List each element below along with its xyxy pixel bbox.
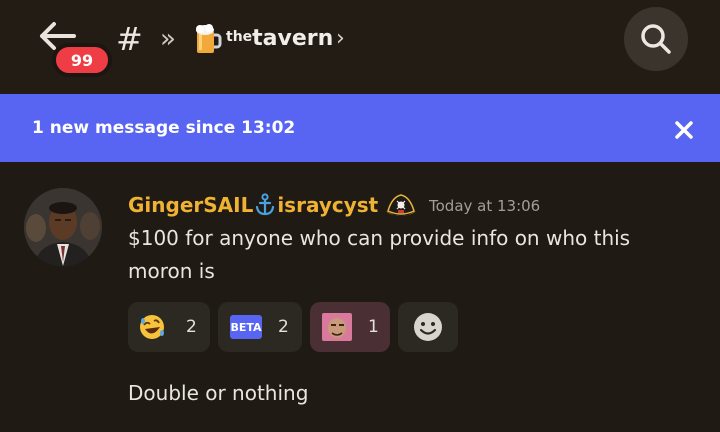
message-text: $100 for anyone who can provide info on …	[128, 226, 631, 283]
reaction-count: 1	[368, 317, 379, 337]
reaction-count: 2	[278, 317, 289, 337]
message-timestamp: Today at 13:06	[429, 197, 541, 215]
rofl-emoji-icon	[140, 315, 164, 339]
channel-name[interactable]: thetavern	[226, 24, 333, 55]
pirate-hat-icon	[384, 191, 418, 219]
search-icon	[641, 24, 671, 54]
avatar[interactable]	[24, 188, 102, 266]
message-header: GingerSAIL israycyst	[128, 190, 418, 220]
message-text-2: Double or nothing	[128, 381, 309, 405]
search-button[interactable]	[624, 7, 688, 71]
username-suffix[interactable]: israycyst	[277, 193, 378, 217]
hash-icon: #	[116, 20, 143, 58]
new-messages-banner[interactable]: 1 new message since 13:02	[0, 94, 720, 162]
unread-badge: 99	[52, 43, 112, 77]
channel-name-main: tavern	[252, 26, 334, 51]
reaction-count: 2	[186, 317, 197, 337]
channel-header: 99 # » thetavern ›	[0, 0, 720, 94]
reaction-beta[interactable]: BETA 2	[218, 302, 302, 352]
username[interactable]: GingerSAIL	[128, 193, 253, 217]
reaction-rofl[interactable]: 2	[128, 302, 210, 352]
custom-face-emoji-icon	[322, 313, 352, 341]
add-reaction-button[interactable]	[398, 302, 458, 352]
beer-icon	[194, 22, 222, 56]
reaction-custom-face[interactable]: 1	[310, 302, 390, 352]
new-messages-text: 1 new message since 13:02	[32, 118, 296, 138]
smile-icon	[414, 313, 442, 341]
channel-name-prefix: the	[226, 29, 253, 45]
anchor-icon	[254, 193, 276, 217]
chevron-right-icon[interactable]: ›	[336, 24, 345, 54]
thread-chevron-icon: »	[160, 24, 176, 54]
banner-close-button[interactable]	[670, 116, 698, 144]
beta-badge-icon: BETA	[230, 315, 262, 339]
close-icon	[675, 121, 693, 139]
